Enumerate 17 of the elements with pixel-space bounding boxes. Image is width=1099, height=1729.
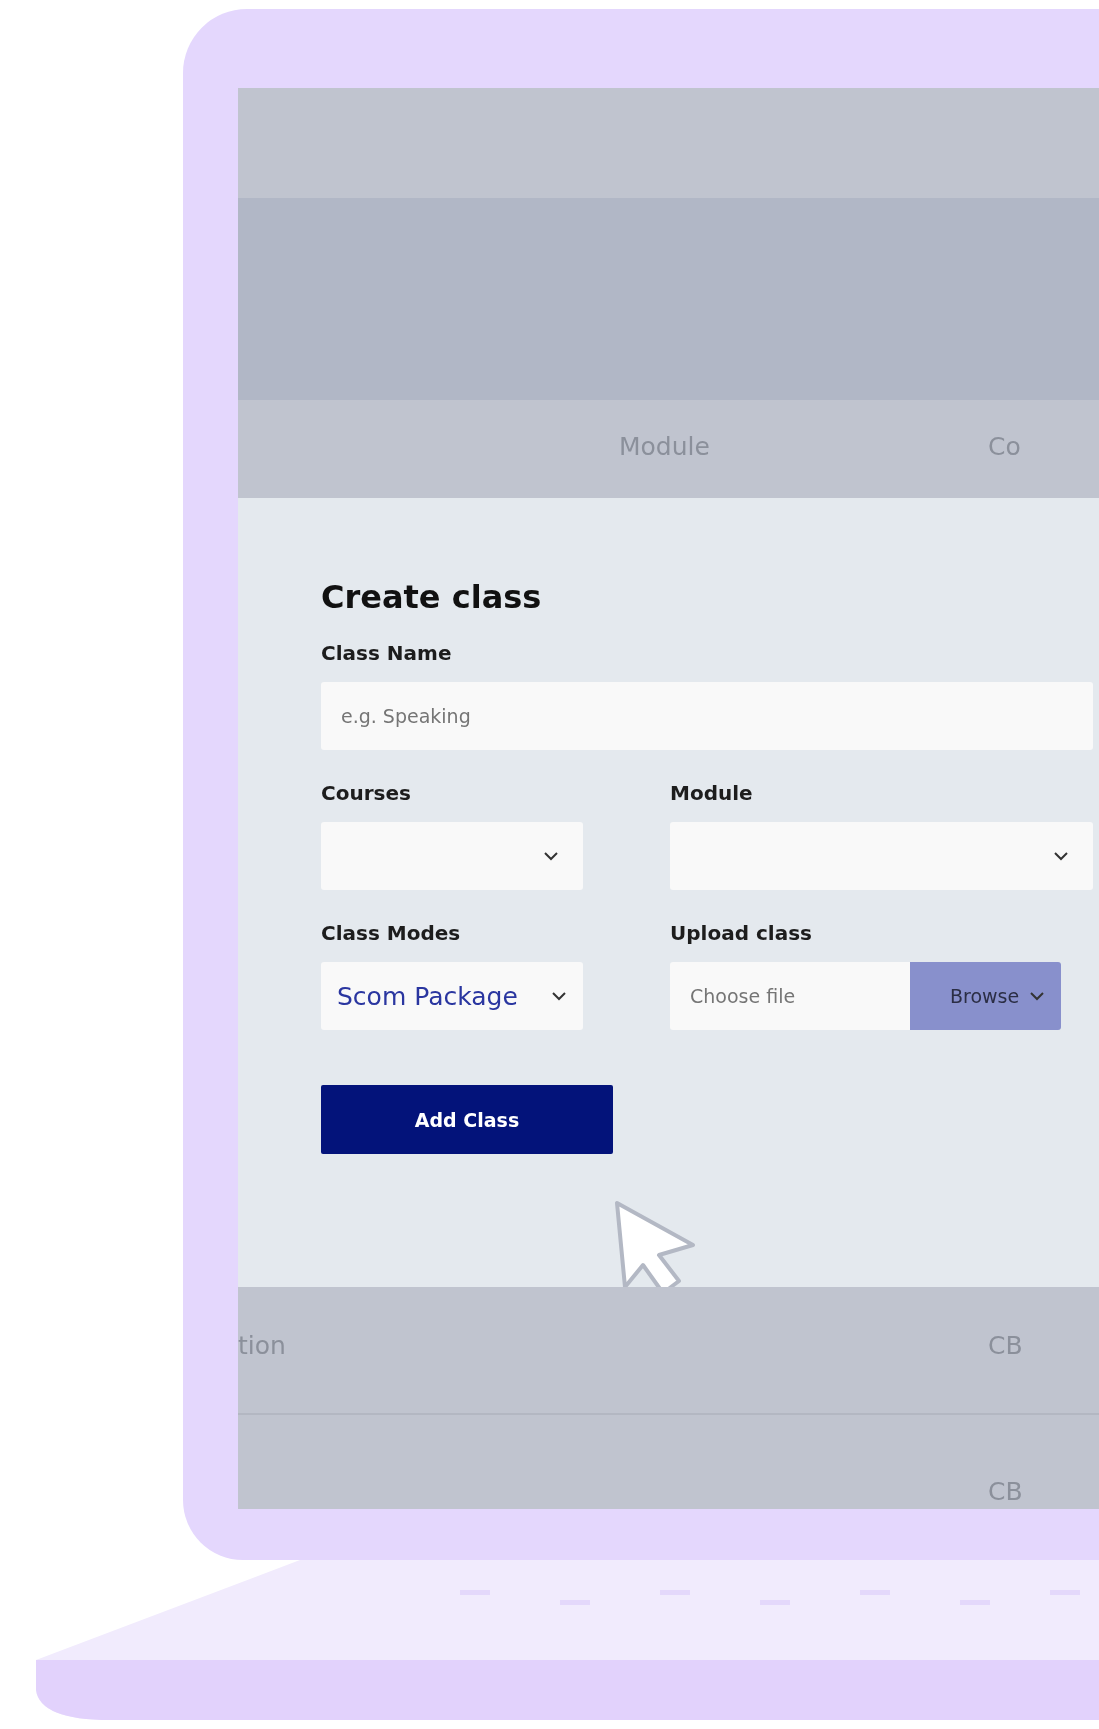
- text-input-field[interactable]: e.g. Speaking: [321, 682, 1093, 751]
- chevron-down-icon: [1053, 851, 1069, 862]
- browse-button[interactable]: Browse: [910, 962, 1062, 1031]
- dropdown-select[interactable]: [670, 822, 1093, 891]
- chevron-down-icon: [551, 991, 567, 1002]
- field-label: Courses: [321, 780, 411, 808]
- field-label: Module: [670, 780, 753, 808]
- field-label: Upload class: [670, 920, 812, 948]
- chevron-down-icon: [543, 851, 559, 862]
- field-label: Class Modes: [321, 920, 461, 948]
- add-class-button[interactable]: Add Class: [321, 1085, 613, 1155]
- field-label: Class Name: [321, 640, 452, 668]
- dropdown-select[interactable]: [321, 822, 583, 891]
- dropdown-select[interactable]: Scom Package: [321, 962, 583, 1031]
- chevron-down-icon: [1029, 991, 1046, 1002]
- modal-title: Create class: [321, 578, 543, 617]
- file-input-field[interactable]: Choose file: [670, 962, 910, 1031]
